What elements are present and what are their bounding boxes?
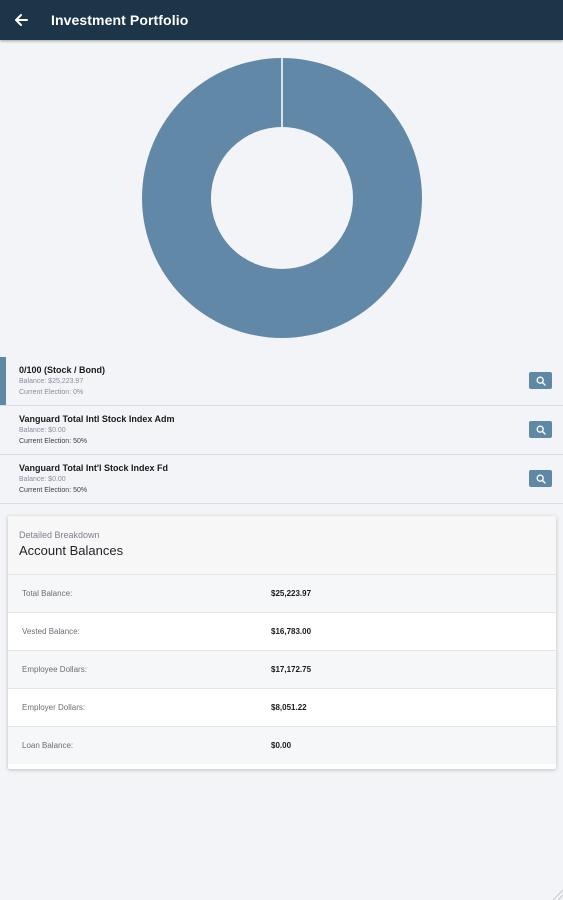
account-balances-card: Detailed Breakdown Account Balances Tota… xyxy=(8,516,556,769)
balance-value: $25,223.97 xyxy=(271,589,312,598)
holding-item[interactable]: Vanguard Total Int'l Stock Index Fd Bala… xyxy=(0,455,563,504)
holding-name: Vanguard Total Intl Stock Index Adm xyxy=(19,414,175,424)
balance-label: Employee Dollars: xyxy=(22,665,87,674)
balance-label: Total Balance: xyxy=(22,589,73,598)
balance-value: $16,783.00 xyxy=(271,627,312,636)
resize-handle-icon xyxy=(552,889,563,900)
balance-value: $17,172.75 xyxy=(271,665,312,674)
balance-row: Employer Dollars: $8,051.22 xyxy=(8,688,556,726)
view-holding-button[interactable] xyxy=(529,372,552,389)
view-holding-button[interactable] xyxy=(529,421,552,438)
balance-label: Loan Balance: xyxy=(22,741,74,750)
balance-label: Employer Dollars: xyxy=(22,703,86,712)
allocation-chart xyxy=(0,40,563,356)
holding-election: Current Election: 50% xyxy=(19,438,88,445)
card-eyebrow: Detailed Breakdown xyxy=(19,530,100,540)
holding-balance: Balance: $25,223.97 xyxy=(19,378,84,385)
balance-row: Loan Balance: $0.00 xyxy=(8,726,556,764)
page-title: Investment Portfolio xyxy=(51,12,189,28)
card-title: Account Balances xyxy=(19,543,124,558)
holding-item[interactable]: Vanguard Total Intl Stock Index Adm Bala… xyxy=(0,406,563,455)
balance-table: Total Balance: $25,223.97 Vested Balance… xyxy=(8,574,556,764)
balance-label: Vested Balance: xyxy=(22,627,80,636)
holding-name: 0/100 (Stock / Bond) xyxy=(19,365,106,375)
search-icon xyxy=(536,376,546,386)
search-icon xyxy=(536,474,546,484)
holding-election: Current Election: 50% xyxy=(19,487,88,494)
holding-election: Current Election: 0% xyxy=(19,389,84,396)
back-button[interactable] xyxy=(1,0,41,40)
holding-balance: Balance: $0.00 xyxy=(19,427,66,434)
holding-balance: Balance: $0.00 xyxy=(19,476,66,483)
holding-item[interactable]: 0/100 (Stock / Bond) Balance: $25,223.97… xyxy=(0,357,563,406)
balance-value: $8,051.22 xyxy=(271,703,307,712)
holding-name: Vanguard Total Int'l Stock Index Fd xyxy=(19,463,168,473)
balance-value: $0.00 xyxy=(271,741,292,750)
balance-row: Total Balance: $25,223.97 xyxy=(8,574,556,612)
balance-row: Vested Balance: $16,783.00 xyxy=(8,612,556,650)
search-icon xyxy=(536,425,546,435)
balance-row: Employee Dollars: $17,172.75 xyxy=(8,650,556,688)
arrow-left-icon xyxy=(15,14,28,26)
donut-chart xyxy=(141,58,422,338)
app-bar: Investment Portfolio xyxy=(0,0,563,40)
holdings-list: 0/100 (Stock / Bond) Balance: $25,223.97… xyxy=(0,357,563,504)
card-header: Detailed Breakdown Account Balances xyxy=(8,516,556,574)
view-holding-button[interactable] xyxy=(529,470,552,487)
